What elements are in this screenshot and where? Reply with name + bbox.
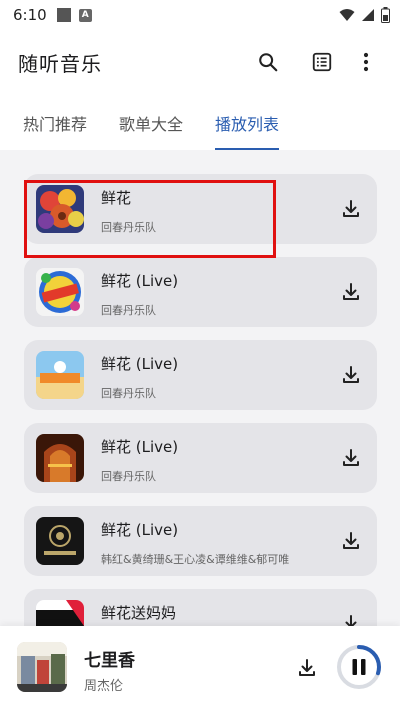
album-cover bbox=[36, 600, 84, 626]
now-playing-cover bbox=[17, 642, 67, 692]
tab-play-queue[interactable]: 播放列表 bbox=[215, 104, 280, 150]
album-cover bbox=[36, 351, 84, 399]
song-item[interactable]: 鲜花 (Live) 回春丹乐队 bbox=[24, 340, 377, 410]
list-icon bbox=[312, 52, 332, 72]
pause-button[interactable] bbox=[335, 643, 383, 691]
download-icon[interactable] bbox=[339, 197, 363, 221]
tab-bar: 热门推荐 歌单大全 播放列表 bbox=[0, 104, 400, 150]
search-icon bbox=[259, 53, 278, 72]
song-title: 鲜花 (Live) bbox=[101, 438, 179, 456]
app-title: 随听音乐 bbox=[18, 51, 102, 76]
highlight-box bbox=[24, 180, 276, 258]
search-button[interactable] bbox=[252, 46, 284, 78]
battery-icon bbox=[381, 7, 390, 23]
song-artist: 回春丹乐队 bbox=[101, 387, 156, 400]
now-playing-bar[interactable]: 七里香 周杰伦 bbox=[0, 626, 400, 711]
song-item[interactable]: 鲜花 (Live) 回春丹乐队 bbox=[24, 423, 377, 493]
download-icon[interactable] bbox=[339, 280, 363, 304]
download-icon[interactable] bbox=[339, 363, 363, 387]
song-item[interactable]: 鲜花 (Live) 回春丹乐队 bbox=[24, 257, 377, 327]
song-artist: 韩红&黄绮珊&王心凌&谭维维&郁可唯 bbox=[101, 553, 290, 566]
square-icon bbox=[56, 8, 71, 22]
song-title: 鲜花送妈妈 bbox=[101, 604, 177, 622]
more-vert-icon bbox=[363, 52, 369, 72]
album-cover bbox=[36, 434, 84, 482]
status-time: 6:10 bbox=[13, 6, 47, 24]
a-icon: A bbox=[78, 8, 92, 22]
album-cover bbox=[36, 268, 84, 316]
song-title: 鲜花 (Live) bbox=[101, 272, 179, 290]
song-title: 鲜花 (Live) bbox=[101, 521, 179, 539]
playlist-button[interactable] bbox=[306, 46, 338, 78]
signal-icon bbox=[362, 9, 374, 21]
tab-hot[interactable]: 热门推荐 bbox=[23, 104, 87, 150]
more-button[interactable] bbox=[350, 46, 382, 78]
song-item[interactable]: 鲜花送妈妈 bbox=[24, 589, 377, 626]
pause-icon bbox=[352, 659, 366, 675]
album-cover bbox=[36, 517, 84, 565]
download-icon[interactable] bbox=[339, 612, 363, 626]
song-artist: 回春丹乐队 bbox=[101, 470, 156, 483]
now-playing-title: 七里香 bbox=[84, 651, 135, 671]
song-artist: 回春丹乐队 bbox=[101, 304, 156, 317]
download-icon[interactable] bbox=[295, 656, 319, 680]
song-item[interactable]: 鲜花 (Live) 韩红&黄绮珊&王心凌&谭维维&郁可唯 bbox=[24, 506, 377, 576]
download-icon[interactable] bbox=[339, 529, 363, 553]
status-bar: 6:10 A bbox=[0, 0, 400, 30]
download-icon[interactable] bbox=[339, 446, 363, 470]
app-bar: 随听音乐 bbox=[0, 38, 400, 86]
song-title: 鲜花 (Live) bbox=[101, 355, 179, 373]
wifi-icon bbox=[339, 9, 355, 21]
now-playing-artist: 周杰伦 bbox=[84, 679, 124, 694]
tab-playlists[interactable]: 歌单大全 bbox=[119, 104, 183, 150]
